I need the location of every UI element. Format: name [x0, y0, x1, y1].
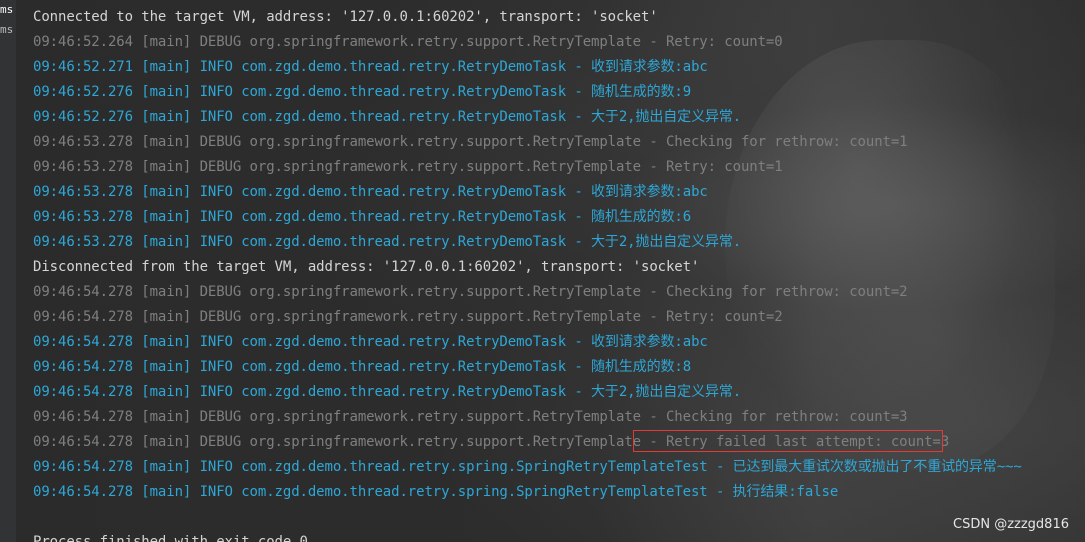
- console-line-info: 09:46:54.278 [main] INFO com.zgd.demo.th…: [33, 359, 692, 375]
- console-line-info: 09:46:53.278 [main] INFO com.zgd.demo.th…: [33, 184, 708, 200]
- run-console-output[interactable]: Connected to the target VM, address: '12…: [33, 5, 1073, 542]
- console-line-debug: 09:46:54.278 [main] DEBUG org.springfram…: [33, 309, 783, 325]
- console-line-debug: 09:46:52.264 [main] DEBUG org.springfram…: [33, 34, 783, 50]
- console-line-info: 09:46:53.278 [main] INFO com.zgd.demo.th…: [33, 209, 692, 225]
- ide-console-screen: ms ms Connected to the target VM, addres…: [0, 0, 1085, 542]
- console-line-connected: Connected to the target VM, address: '12…: [33, 9, 658, 25]
- console-line-info: 09:46:52.271 [main] INFO com.zgd.demo.th…: [33, 59, 708, 75]
- console-line-debug: 09:46:53.278 [main] DEBUG org.springfram…: [33, 134, 908, 150]
- csdn-watermark: CSDN @zzzgd816: [953, 517, 1069, 532]
- console-line-info: 09:46:54.278 [main] INFO com.zgd.demo.th…: [33, 384, 742, 400]
- console-line-disconnected: Disconnected from the target VM, address…: [33, 259, 700, 275]
- console-line-process-finished: Process finished with exit code 0: [33, 534, 308, 542]
- gutter-tab-ms-active[interactable]: ms: [0, 0, 16, 20]
- console-line-info: 09:46:54.278 [main] INFO com.zgd.demo.th…: [33, 459, 1022, 475]
- console-line-debug: 09:46:53.278 [main] DEBUG org.springfram…: [33, 159, 783, 175]
- console-line-info: 09:46:53.278 [main] INFO com.zgd.demo.th…: [33, 234, 742, 250]
- console-line-info: 09:46:52.276 [main] INFO com.zgd.demo.th…: [33, 109, 742, 125]
- gutter-tab-ms[interactable]: ms: [0, 20, 16, 40]
- annotation-highlight-box: [633, 430, 943, 452]
- console-line-info: 09:46:54.278 [main] INFO com.zgd.demo.th…: [33, 484, 839, 500]
- console-line-debug: 09:46:54.278 [main] DEBUG org.springfram…: [33, 284, 908, 300]
- console-line-info: 09:46:52.276 [main] INFO com.zgd.demo.th…: [33, 84, 692, 100]
- console-line-info: 09:46:54.278 [main] INFO com.zgd.demo.th…: [33, 334, 708, 350]
- console-line-debug: 09:46:54.278 [main] DEBUG org.springfram…: [33, 409, 908, 425]
- left-tool-gutter: ms ms: [0, 0, 16, 542]
